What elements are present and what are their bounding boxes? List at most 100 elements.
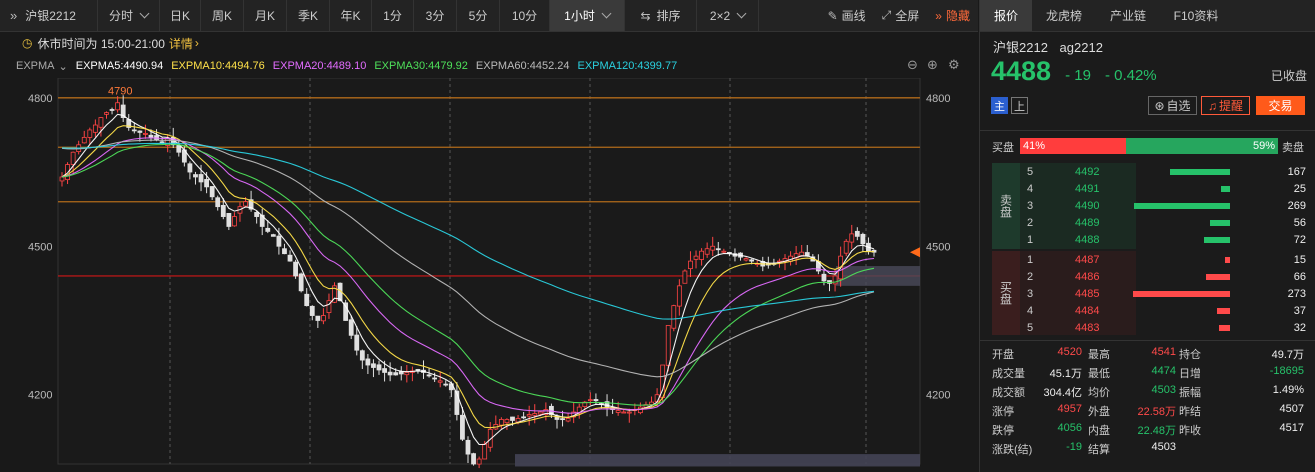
stat-key: 外盘 (1088, 406, 1110, 418)
trade-button[interactable]: 交易 (1256, 96, 1305, 115)
details-link[interactable]: 详情 (169, 35, 193, 52)
sell-ratio-label: 卖盘 (1282, 142, 1304, 154)
draw-line-button[interactable]: ✎ 画线 (824, 7, 866, 24)
period-tab-0[interactable]: 日K (160, 0, 201, 31)
market-status: 已收盘 (1270, 69, 1307, 83)
stat-value: 49.7万 (1271, 349, 1304, 361)
order-row-ask-4: 4 4491 25 (980, 182, 1315, 197)
stat-key: 持仓 (1179, 349, 1201, 361)
gear-icon[interactable]: ⚙ (948, 57, 960, 73)
period-tab-8[interactable]: 10分 (500, 0, 550, 31)
period-tab-3[interactable]: 季K (287, 0, 330, 31)
legend-item-2: EXPMA20:4489.10 (272, 60, 367, 72)
legend-item-1: EXPMA10:4494.76 (171, 60, 265, 72)
fenshi-label: 分时 (108, 9, 133, 23)
y-tick-right-1: 4500 (926, 241, 950, 253)
zoom-out-icon[interactable]: ⊖ (907, 57, 918, 73)
stat-value: 1.49% (1272, 384, 1304, 396)
candle (270, 233, 276, 237)
sort-button[interactable]: ⇆ 排序 (625, 0, 697, 31)
last-price: 4488 (991, 56, 1052, 86)
order-price: 4485 (1075, 288, 1100, 300)
candle (298, 272, 304, 293)
order-row-bid-5: 5 4483 32 (980, 321, 1315, 336)
stat-value: 22.48万 (1137, 425, 1176, 437)
double-chevron-icon: » (10, 8, 18, 23)
order-price: 4488 (1075, 234, 1100, 246)
order-row-ask-2: 2 4489 56 (980, 216, 1315, 231)
hide-label: 隐藏 (945, 9, 970, 23)
price-change-pct: - 0.42% (1104, 67, 1157, 84)
stat-key: 跌停 (992, 425, 1014, 437)
chevron-down-icon[interactable]: ⌄ (59, 60, 68, 73)
stat-value: 4503 (1151, 441, 1176, 453)
period-tab-5[interactable]: 1分 (372, 0, 414, 31)
period-tab-4[interactable]: 年K (330, 0, 372, 31)
toolbar-right-actions: ✎ 画线 ⤢ 全屏 » 隐藏 (824, 0, 978, 31)
fullscreen-button[interactable]: ⤢ 全屏 (878, 7, 920, 24)
period-tab-7[interactable]: 5分 (457, 0, 500, 31)
period-1h-dropdown[interactable]: 1小时 (550, 0, 625, 31)
stat-key: 日增 (1179, 368, 1201, 380)
watch-label: 自选 (1166, 99, 1191, 113)
level-label: 3 (1027, 288, 1034, 300)
symbol-selector[interactable]: » 沪银2212 (0, 0, 98, 31)
high-annotation: 4790 (108, 86, 132, 98)
order-volume: 72 (1293, 234, 1306, 246)
chevron-down-icon (601, 8, 612, 19)
grid-layout-dropdown[interactable]: 2×2 (697, 0, 759, 31)
order-row-bid-3: 3 4485 273 (980, 287, 1315, 302)
order-row-bid-1: 1 4487 15 (980, 253, 1315, 268)
price-line: 4488 - 19 - 0.42% (991, 56, 1157, 87)
order-price: 4487 (1075, 254, 1100, 266)
period-tab-2[interactable]: 月K (244, 0, 287, 31)
price-alert-button[interactable]: ♫ 提醒 (1201, 96, 1250, 115)
panel-tab-3[interactable]: F10资料 (1160, 0, 1232, 31)
order-price: 4484 (1075, 305, 1100, 317)
active-period-label: 1小时 (564, 9, 595, 23)
stat-key: 涨跌(结) (992, 444, 1033, 456)
candlestick-chart[interactable]: 48004800450045004200420047904018 (0, 78, 978, 472)
add-watchlist-button[interactable]: ⊛ 自选 (1148, 96, 1197, 115)
legend-item-4: EXPMA60:4452.24 (475, 60, 570, 72)
stat-key: 振幅 (1179, 387, 1201, 399)
order-row-ask-3: 3 4490 269 (980, 199, 1315, 214)
stat-key: 开盘 (992, 349, 1014, 361)
y-tick-right-2: 4200 (926, 390, 950, 402)
stat-value: 45.1万 (1049, 368, 1082, 380)
panel-tab-2[interactable]: 产业链 (1096, 0, 1160, 31)
order-price: 4490 (1075, 200, 1100, 212)
volume-bar (1216, 308, 1230, 314)
candle (471, 452, 476, 466)
order-row-bid-4: 4 4484 37 (980, 304, 1315, 319)
stat-key: 成交量 (992, 368, 1025, 380)
stat-value: -19 (1066, 441, 1082, 453)
legend-item-3: EXPMA30:4479.92 (374, 60, 468, 72)
panel-tab-1[interactable]: 龙虎榜 (1032, 0, 1096, 31)
alert-label: 提醒 (1218, 99, 1243, 113)
stat-key: 昨结 (1179, 406, 1201, 418)
stat-key: 内盘 (1088, 425, 1110, 437)
sell-pct: 59% (1252, 140, 1275, 152)
trade-label: 交易 (1268, 99, 1293, 113)
main-contract-badge: 主 (991, 97, 1008, 114)
bell-icon: ♫ (1207, 98, 1217, 113)
hide-panel-button[interactable]: » 隐藏 (931, 7, 970, 24)
pencil-icon: ✎ (827, 8, 838, 23)
level-label: 5 (1027, 166, 1034, 178)
order-volume: 15 (1293, 254, 1306, 266)
exchange-badge: 上 (1011, 97, 1028, 114)
legend-item-5: EXPMA120:4399.77 (577, 60, 678, 72)
panel-tab-0[interactable]: 报价 (980, 0, 1032, 31)
zoom-in-icon[interactable]: ⊕ (927, 57, 938, 73)
period-tab-1[interactable]: 周K (201, 0, 244, 31)
buy-pct: 41% (1023, 140, 1046, 152)
fenshi-dropdown[interactable]: 分时 (98, 0, 160, 31)
indicator-legend: EXPMA ⌄ EXPMA5:4490.94 EXPMA10:4494.76 EXP… (0, 57, 978, 75)
order-volume: 273 (1287, 288, 1306, 300)
period-tab-6[interactable]: 3分 (414, 0, 457, 31)
chevron-right-icon: › (194, 36, 199, 50)
quote-code: ag2212 (1059, 40, 1103, 55)
indicator-name[interactable]: EXPMA (16, 60, 55, 72)
level-label: 4 (1027, 183, 1034, 195)
